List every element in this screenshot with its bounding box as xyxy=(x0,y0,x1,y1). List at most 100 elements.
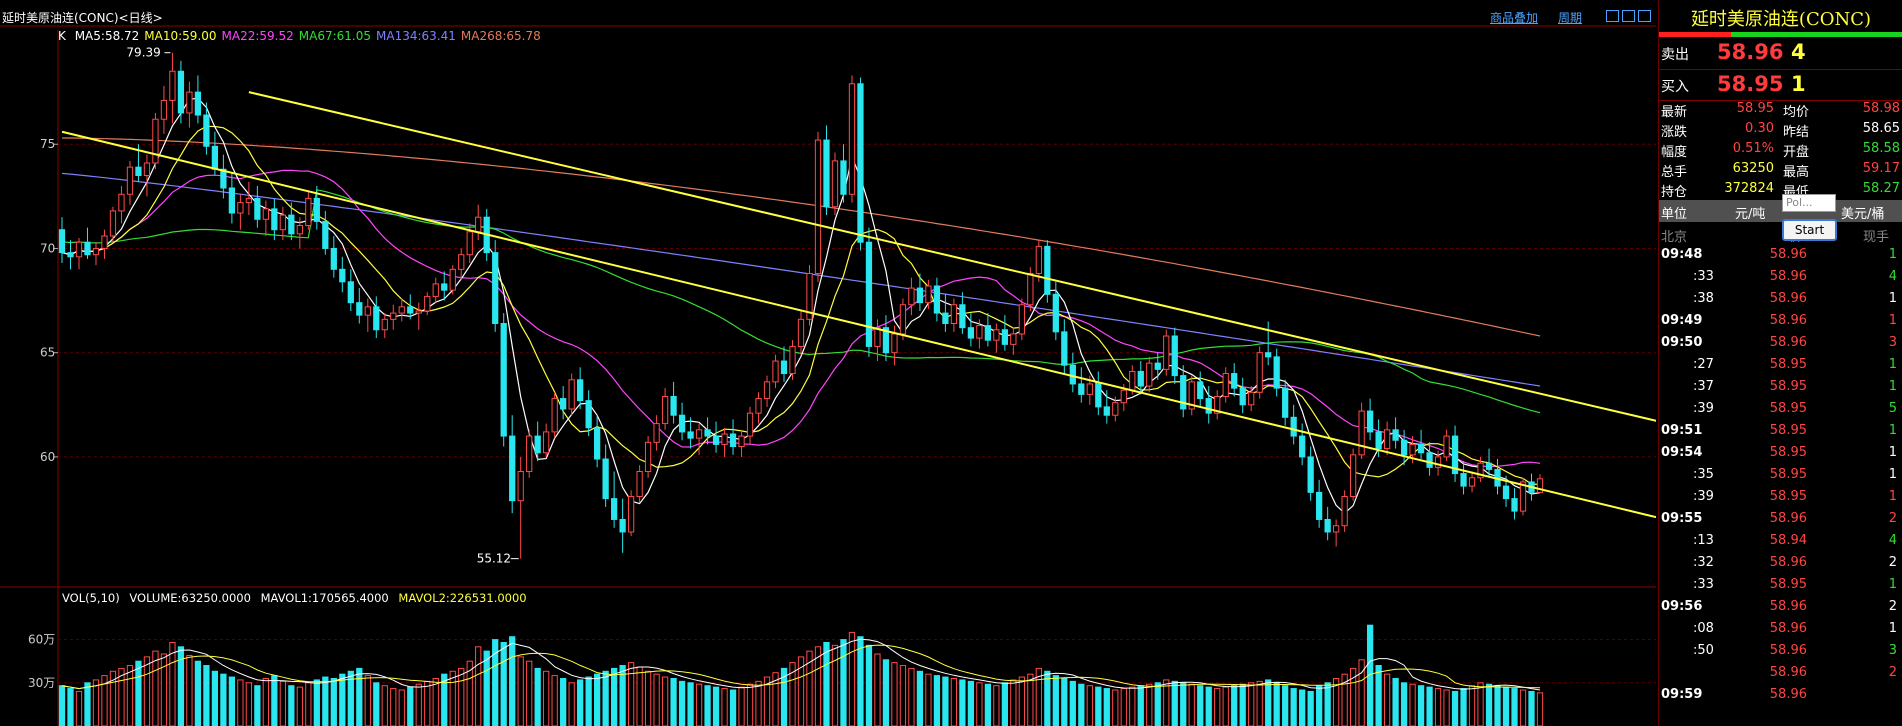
kline-chart-area[interactable]: 75 70 65 60 60万 30万 79.39 55.12 延时美原油连(CONC)<日线… xyxy=(0,0,1656,726)
period-button[interactable]: 周期 xyxy=(1558,9,1582,26)
tick-row: :39 58.95 1 xyxy=(1659,486,1902,508)
candle-body xyxy=(594,427,601,460)
candle-body xyxy=(84,241,91,256)
tick-price: 58.96 xyxy=(1769,555,1807,570)
volume-bar xyxy=(1316,685,1323,726)
volume-bar xyxy=(364,675,371,726)
candle-body xyxy=(1333,525,1340,533)
tick-price: 58.96 xyxy=(1769,335,1807,350)
volume-bar xyxy=(415,683,422,726)
candle-body xyxy=(228,187,236,214)
price-volume-chart[interactable]: 75 70 65 60 60万 30万 79.39 55.12 xyxy=(0,0,1656,726)
tick-row: 58.96 2 xyxy=(1659,662,1902,684)
tick-price: 58.95 xyxy=(1769,357,1807,372)
tick-time: :35 xyxy=(1693,467,1714,482)
volume-bar xyxy=(296,686,303,726)
volume-bar xyxy=(526,660,533,726)
trendline xyxy=(248,91,1656,422)
stat-value: 63250 xyxy=(1732,161,1774,176)
candle-body xyxy=(1273,356,1280,389)
candle-body xyxy=(67,252,74,258)
candle-body xyxy=(602,458,609,500)
candle-body xyxy=(466,231,473,256)
candle-body xyxy=(1511,498,1518,512)
close-panel-icon[interactable] xyxy=(1638,10,1651,22)
candle-body xyxy=(1248,391,1255,406)
volume-bar xyxy=(75,690,83,726)
candle-body xyxy=(1324,518,1331,533)
volume-bar xyxy=(568,682,575,726)
stat-value: 58.98 xyxy=(1862,101,1900,116)
tick-volume: 1 xyxy=(1888,379,1897,394)
candle-body xyxy=(415,310,422,314)
volume-bar xyxy=(322,676,329,726)
tick-row: :38 58.96 1 xyxy=(1659,288,1902,310)
candle-body xyxy=(492,252,499,325)
sell-price: 58.96 xyxy=(1717,40,1784,64)
stat-label: 最高 xyxy=(1783,165,1810,180)
overlay-commodity-button[interactable]: 商品叠加 xyxy=(1490,9,1538,26)
candle-body xyxy=(746,412,754,437)
volume-bar xyxy=(1078,683,1085,726)
volume-bar xyxy=(143,656,151,726)
start-button[interactable]: Start xyxy=(1782,219,1837,241)
candle-body xyxy=(560,398,567,410)
tick-price: 58.96 xyxy=(1769,313,1807,328)
volume-bar xyxy=(1129,686,1136,726)
chart-title: 延时美原油连(CONC)<日线> xyxy=(2,11,163,25)
candle-body xyxy=(1426,452,1433,468)
volume-bar xyxy=(271,675,278,726)
mavol2-value: MAVOL2:226531.0000 xyxy=(398,591,527,605)
volume-bar xyxy=(288,685,295,726)
stat-value: 0.30 xyxy=(1745,121,1774,136)
volume-bar xyxy=(976,682,983,726)
volume-bar xyxy=(746,683,754,726)
ma-line-ma5 xyxy=(61,97,1541,515)
candle-body xyxy=(865,241,873,347)
candle-body xyxy=(1231,373,1238,389)
candle-body xyxy=(1018,304,1025,335)
volume-bar xyxy=(551,675,558,726)
candle-body xyxy=(126,166,134,195)
volume-bar xyxy=(534,667,541,726)
stat-label: 昨结 xyxy=(1783,125,1810,140)
candle-body xyxy=(1468,477,1476,487)
volume-bar xyxy=(398,689,405,726)
tick-price: 58.96 xyxy=(1769,687,1807,702)
candle-body xyxy=(211,145,219,170)
candle-body xyxy=(1282,387,1289,418)
tick-row: 09:49 58.96 1 xyxy=(1659,310,1902,332)
candle-body xyxy=(75,241,83,258)
candle-body xyxy=(1120,389,1127,404)
candle-body xyxy=(177,70,185,114)
volume-bar xyxy=(152,650,159,726)
volume-bar xyxy=(678,680,686,726)
volume-bar xyxy=(381,685,388,726)
tick-time: :38 xyxy=(1693,291,1714,306)
floating-popup[interactable]: Pol... xyxy=(1782,194,1836,212)
volume-bar xyxy=(840,639,847,726)
stat-value: 372824 xyxy=(1724,181,1774,196)
volume-bar xyxy=(1451,690,1459,726)
candle-body xyxy=(254,197,261,220)
restore-icon[interactable] xyxy=(1606,10,1619,22)
tick-volume: 1 xyxy=(1888,489,1897,504)
low-price-label: 55.12 xyxy=(477,552,511,566)
candle-body xyxy=(271,208,278,231)
volume-bar xyxy=(1069,680,1076,726)
volume-bar xyxy=(1426,686,1433,726)
candle-body xyxy=(976,325,983,339)
candle-body xyxy=(1366,410,1374,433)
tick-volume: 1 xyxy=(1888,247,1897,262)
volume-bar xyxy=(831,644,839,726)
candle-body xyxy=(92,247,100,256)
volume-bar xyxy=(729,689,737,726)
tick-volume: 1 xyxy=(1888,357,1897,372)
tick-price: 58.96 xyxy=(1769,511,1807,526)
candle-body xyxy=(1239,387,1246,406)
candle-body xyxy=(203,114,210,147)
maximize-icon[interactable] xyxy=(1622,10,1635,22)
volume-bar xyxy=(254,685,261,726)
volume-bar xyxy=(1536,692,1544,726)
tick-row: 09:59 58.96 xyxy=(1659,684,1902,706)
